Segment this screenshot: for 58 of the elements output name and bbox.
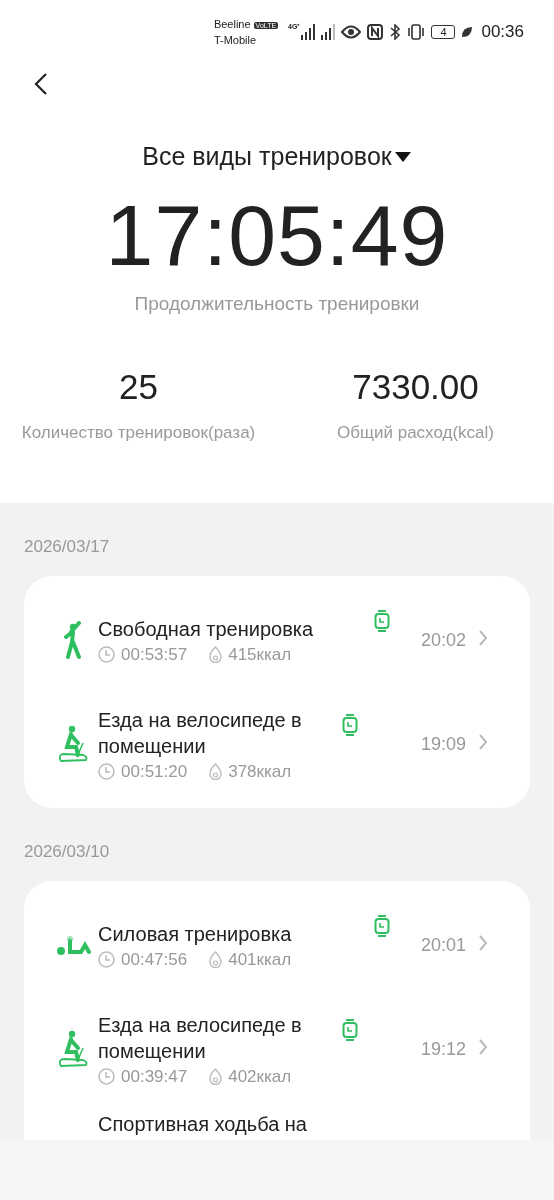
workout-calories: 378ккал [228, 761, 292, 782]
workout-calories: 402ккал [228, 1066, 292, 1087]
carrier-name: Beeline [213, 17, 251, 30]
flame-icon [209, 646, 223, 663]
exercise-icon [55, 935, 91, 955]
workout-name: Езда на велосипеде в помещении [98, 1012, 303, 1064]
caret-icon [393, 149, 412, 164]
clock-time: 00:36 [481, 22, 524, 42]
leaf-icon [461, 26, 474, 38]
dancer-icon [64, 621, 82, 659]
flame-icon [209, 1068, 223, 1085]
total-duration: 17:05:49 [104, 187, 450, 283]
clock-icon [98, 646, 115, 663]
workout-time: 19:09 [420, 733, 466, 755]
stat-value: 7330.00 [352, 367, 479, 407]
workout-time: 20:01 [420, 934, 466, 956]
workout-duration: 00:39:47 [121, 1066, 188, 1087]
workout-time: 20:02 [420, 629, 466, 651]
workout-name: Свободная тренировка [98, 616, 315, 642]
vibrate-icon [407, 24, 426, 40]
workout-name: Спортивная ходьба на [98, 1112, 308, 1137]
clock-icon [98, 951, 115, 968]
chevron-icon[interactable] [478, 733, 488, 751]
stat-label: Количество тренировок(раза) [21, 423, 256, 443]
chevron-icon[interactable] [478, 629, 488, 647]
battery-icon: 4 [431, 25, 456, 39]
clock-icon [98, 763, 115, 780]
signal-icon [321, 24, 336, 40]
watch-icon [342, 1019, 358, 1041]
carrier-name: T-Mobile [213, 32, 258, 48]
chevron-icon[interactable] [478, 934, 488, 952]
nfc-icon [367, 24, 384, 40]
flame-icon [209, 763, 223, 780]
stat-value: 25 [119, 367, 158, 407]
workout-calories: 401ккал [228, 949, 292, 970]
flame-icon [209, 951, 223, 968]
workout-name: Езда на велосипеде в помещении [98, 707, 303, 759]
chevron-icon[interactable] [478, 1038, 488, 1056]
workout-time: 19:12 [420, 1038, 466, 1060]
clock-icon [98, 1068, 115, 1085]
workout-duration: 00:47:56 [121, 949, 188, 970]
cyclist-icon [56, 1028, 90, 1070]
day-date: 2026/03/10 [24, 841, 111, 863]
stat-label: Общий расход(kcal) [337, 423, 494, 443]
workout-duration: 00:51:20 [121, 761, 188, 782]
watch-icon [342, 714, 358, 736]
eye-icon [341, 25, 362, 39]
day-date: 2026/03/17 [24, 536, 111, 558]
duration-label: Продолжительность тренировки [133, 293, 421, 315]
workout-type-dropdown[interactable]: Все виды тренировок [142, 142, 412, 171]
watch-icon [374, 610, 390, 632]
workout-name: Силовая тренировка [98, 921, 293, 947]
workout-duration: 00:53:57 [121, 644, 188, 665]
cyclist-icon [56, 723, 90, 765]
bluetooth-icon [389, 24, 402, 40]
workout-calories: 415ккал [228, 644, 292, 665]
signal-icon [301, 24, 316, 40]
watch-icon [374, 915, 390, 937]
